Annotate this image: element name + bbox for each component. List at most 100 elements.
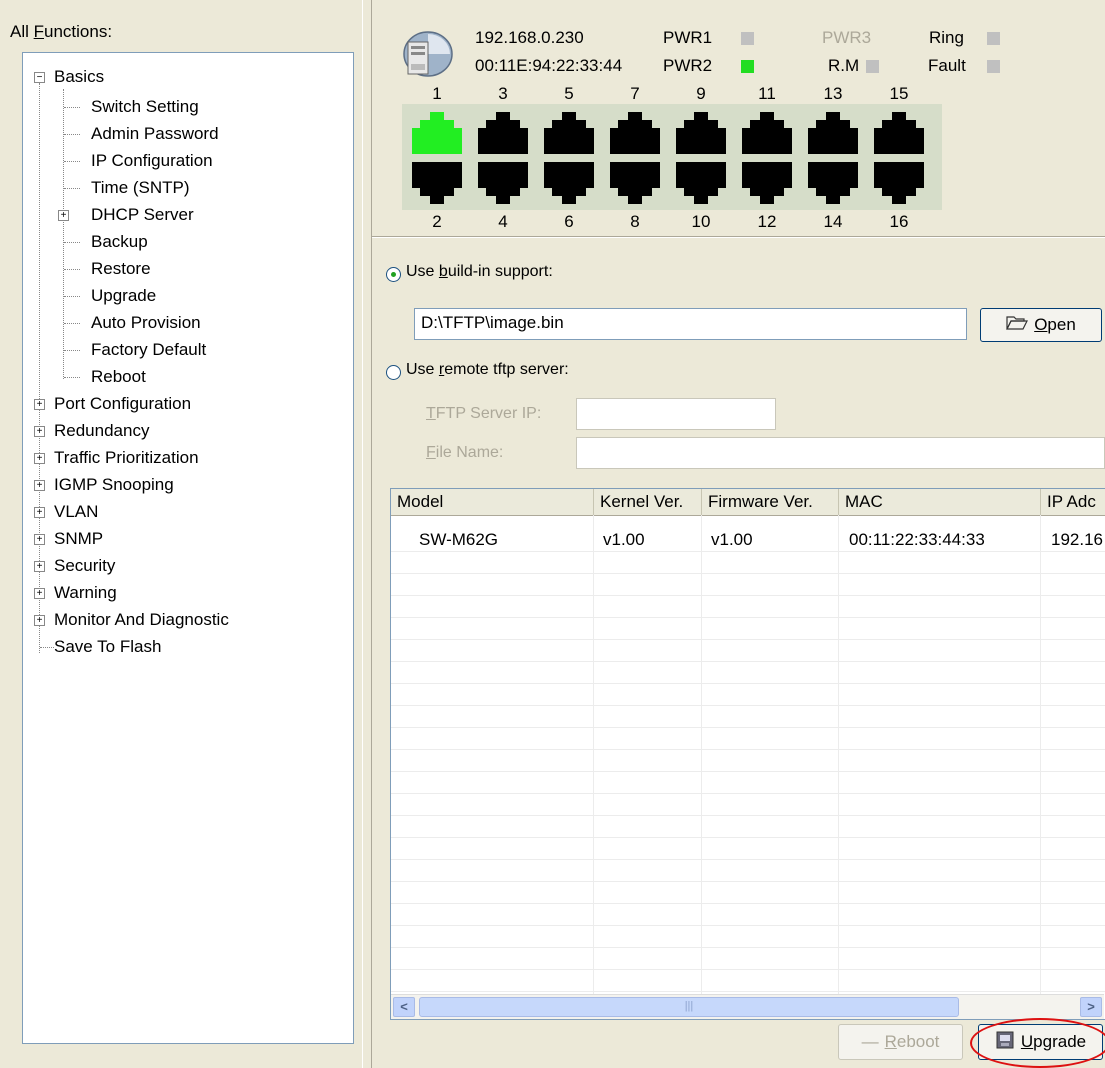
horizontal-scrollbar[interactable]: < ||| > (391, 994, 1104, 1019)
fault-led (987, 60, 1000, 73)
remote-tftp-label[interactable]: Use remote tftp server: (406, 361, 569, 379)
tftp-server-ip-label: TFTP Server IP: (426, 405, 542, 422)
column-header-ip-address[interactable]: IP Adc (1041, 489, 1105, 515)
port-number-label: 1 (432, 84, 442, 103)
open-button[interactable]: Open (980, 308, 1102, 342)
tree-item-factory-default[interactable]: Factory Default (91, 340, 206, 360)
tree-item-snmp[interactable]: SNMP (54, 529, 103, 549)
port-number-label: 3 (498, 84, 508, 103)
pwr3-label: PWR3 (822, 28, 872, 47)
tftp-server-ip-input[interactable] (576, 398, 776, 430)
reboot-icon: — (861, 1032, 879, 1051)
port-14-icon[interactable] (806, 160, 860, 206)
builtin-support-label[interactable]: Use build-in support: (406, 263, 553, 281)
port-number-label: 2 (432, 212, 442, 231)
tree-item-dhcp-server[interactable]: DHCP Server (91, 205, 194, 225)
expand-icon[interactable]: + (34, 426, 45, 437)
port-number-label: 7 (630, 84, 640, 103)
scroll-left-icon[interactable]: < (393, 997, 415, 1017)
tree-item-basics[interactable]: Basics (54, 67, 104, 87)
tree-item-restore[interactable]: Restore (91, 259, 151, 279)
port-5-icon[interactable] (542, 110, 596, 156)
folder-open-icon (1006, 315, 1029, 336)
tree-item-port-configuration[interactable]: Port Configuration (54, 394, 191, 414)
expand-icon[interactable]: + (34, 534, 45, 545)
port-4-icon[interactable] (476, 160, 530, 206)
expand-icon[interactable]: + (34, 561, 45, 572)
collapse-icon[interactable]: − (34, 72, 45, 83)
port-panel (402, 104, 942, 210)
reboot-button[interactable]: — Reboot (838, 1024, 963, 1060)
scroll-right-icon[interactable]: > (1080, 997, 1102, 1017)
port-number-label: 14 (823, 212, 843, 231)
port-7-icon[interactable] (608, 110, 662, 156)
port-3-icon[interactable] (476, 110, 530, 156)
port-10-icon[interactable] (674, 160, 728, 206)
tree-item-security[interactable]: Security (54, 556, 115, 576)
port-number-label: 15 (889, 84, 909, 103)
port-1-icon[interactable] (410, 110, 464, 156)
expand-icon[interactable]: + (34, 480, 45, 491)
remote-tftp-radio[interactable] (386, 365, 401, 380)
expand-icon[interactable]: + (34, 615, 45, 626)
tree-item-igmp-snooping[interactable]: IGMP Snooping (54, 475, 174, 495)
column-header-mac[interactable]: MAC (839, 489, 1041, 515)
device-mac: 00:11E:94:22:33:44 (475, 56, 623, 75)
tree-item-warning[interactable]: Warning (54, 583, 117, 603)
column-header-firmware-ver[interactable]: Firmware Ver. (702, 489, 839, 515)
expand-icon[interactable]: + (34, 588, 45, 599)
tree-item-reboot[interactable]: Reboot (91, 367, 146, 387)
tree-item-admin-password[interactable]: Admin Password (91, 124, 219, 144)
port-11-icon[interactable] (740, 110, 794, 156)
port-number-label: 12 (757, 212, 777, 231)
tree-item-traffic-prioritization[interactable]: Traffic Prioritization (54, 448, 199, 468)
ring-led (987, 32, 1000, 45)
port-8-icon[interactable] (608, 160, 662, 206)
tree-item-upgrade[interactable]: Upgrade (91, 286, 156, 306)
port-6-icon[interactable] (542, 160, 596, 206)
expand-icon[interactable]: + (34, 507, 45, 518)
tree-item-save-to-flash[interactable]: Save To Flash (54, 637, 161, 657)
tree-item-time-sntp[interactable]: Time (SNTP) (91, 178, 190, 198)
expand-icon[interactable]: + (34, 453, 45, 464)
pwr2-label: PWR2 (663, 56, 713, 75)
expand-icon[interactable]: + (58, 210, 69, 221)
scroll-thumb[interactable]: ||| (419, 997, 959, 1017)
file-path-input[interactable]: D:\TFTP\image.bin (414, 308, 967, 340)
port-15-icon[interactable] (872, 110, 926, 156)
port-9-icon[interactable] (674, 110, 728, 156)
fault-label: Fault (928, 56, 966, 75)
cell-model: SW-M62G (419, 530, 499, 549)
all-functions-label: All Functions: (10, 22, 113, 41)
tree-item-vlan[interactable]: VLAN (54, 502, 98, 522)
tree-item-switch-setting[interactable]: Switch Setting (91, 97, 199, 117)
column-header-model[interactable]: Model (391, 489, 594, 515)
cell-kernel-ver: v1.00 (603, 530, 645, 549)
tree-item-ip-configuration[interactable]: IP Configuration (91, 151, 213, 171)
file-name-input[interactable] (576, 437, 1105, 469)
highlight-circle (970, 1018, 1105, 1068)
tree-item-backup[interactable]: Backup (91, 232, 148, 252)
tree-item-auto-provision[interactable]: Auto Provision (91, 313, 201, 333)
port-number-label: 10 (691, 212, 711, 231)
port-number-label: 13 (823, 84, 843, 103)
device-table[interactable]: Model Kernel Ver. Firmware Ver. MAC IP A… (390, 488, 1105, 1020)
expand-icon[interactable]: + (34, 399, 45, 410)
function-tree[interactable]: − Basics Switch Setting Admin Password I… (22, 52, 354, 1044)
port-number-label: 16 (889, 212, 909, 231)
port-16-icon[interactable] (872, 160, 926, 206)
tree-item-redundancy[interactable]: Redundancy (54, 421, 149, 441)
tree-item-monitor-and-diagnostic[interactable]: Monitor And Diagnostic (54, 610, 229, 630)
pwr2-led (741, 60, 754, 73)
port-number-label: 6 (564, 212, 574, 231)
column-header-kernel-ver[interactable]: Kernel Ver. (594, 489, 702, 515)
port-number-label: 8 (630, 212, 640, 231)
panel-splitter[interactable] (362, 0, 372, 1068)
builtin-support-radio[interactable] (386, 267, 401, 282)
port-number-label: 4 (498, 212, 508, 231)
port-2-icon[interactable] (410, 160, 464, 206)
port-12-icon[interactable] (740, 160, 794, 206)
port-number-label: 9 (696, 84, 706, 103)
port-13-icon[interactable] (806, 110, 860, 156)
device-ip: 192.168.0.230 (475, 28, 584, 47)
